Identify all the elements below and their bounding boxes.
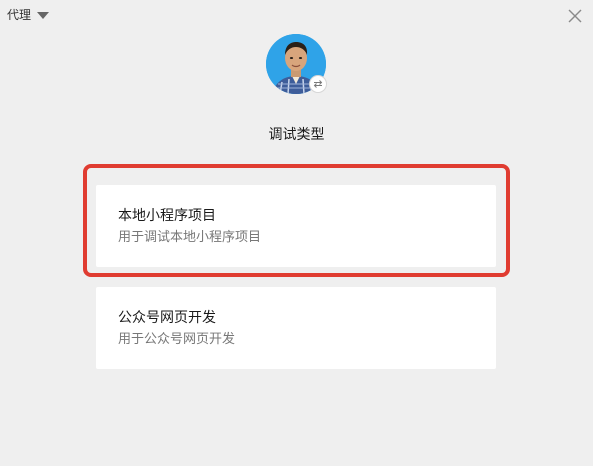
switch-account-icon[interactable] xyxy=(309,75,327,93)
proxy-label: 代理 xyxy=(7,8,32,22)
option-title: 公众号网页开发 xyxy=(118,310,216,326)
caret-down-icon xyxy=(37,11,50,19)
proxy-dropdown[interactable]: 代理 xyxy=(7,6,50,23)
option-official-account-web[interactable]: 公众号网页开发 用于公众号网页开发 xyxy=(96,287,496,369)
option-description: 用于公众号网页开发 xyxy=(118,332,236,347)
section-title: 调试类型 xyxy=(268,127,325,143)
close-icon[interactable] xyxy=(567,8,583,24)
highlight-box xyxy=(83,164,510,277)
avatar-container xyxy=(266,34,327,94)
